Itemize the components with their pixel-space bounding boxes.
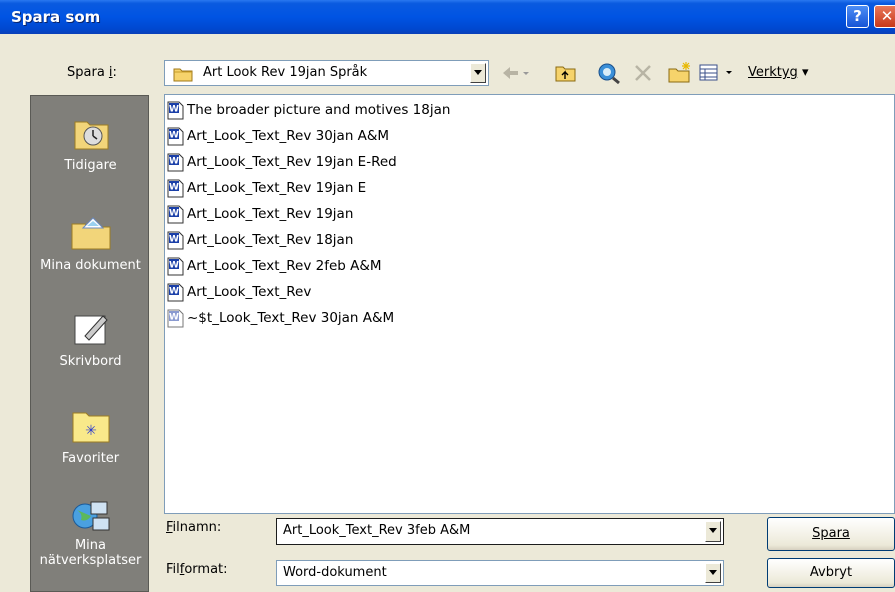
place-network[interactable]: Mina nätverksplatser <box>31 498 150 568</box>
filename-label: Filnamn: <box>166 520 222 535</box>
window-title: Spara som <box>11 8 101 26</box>
svg-text:W: W <box>169 235 179 245</box>
svg-text:W: W <box>169 261 179 271</box>
file-list[interactable]: W The broader picture and motives 18jan … <box>164 94 895 514</box>
file-name: ~$t_Look_Text_Rev 30jan A&M <box>187 310 395 326</box>
svg-text:W: W <box>169 157 179 167</box>
word-temp-document-icon: W <box>167 309 184 328</box>
place-label: Mina <box>74 538 107 553</box>
file-name: Art_Look_Text_Rev 18jan <box>187 232 354 248</box>
word-document-icon: W <box>167 179 184 198</box>
place-label: Mina dokument <box>40 258 141 273</box>
current-folder-name: Art Look Rev 19jan Språk <box>203 65 368 80</box>
filename-value: Art_Look_Text_Rev 3feb A&M <box>283 523 471 538</box>
svg-text:W: W <box>169 105 179 115</box>
place-label: Favoriter <box>61 451 120 466</box>
file-name: Art_Look_Text_Rev 2feb A&M <box>187 258 382 274</box>
cancel-button-label: Avbryt <box>809 565 853 580</box>
chevron-down-icon[interactable] <box>470 63 486 83</box>
svg-text:W: W <box>169 183 179 193</box>
help-button[interactable]: ? <box>846 5 869 28</box>
filetype-value: Word-dokument <box>283 565 387 580</box>
word-document-icon: W <box>167 205 184 224</box>
place-my-documents[interactable]: Mina dokument <box>31 214 150 273</box>
folder-icon <box>173 68 193 82</box>
word-document-icon: W <box>167 127 184 146</box>
search-web-icon[interactable] <box>596 61 622 85</box>
word-document-icon: W <box>167 153 184 172</box>
word-document-icon: W <box>167 231 184 250</box>
filetype-select[interactable]: Word-dokument <box>276 560 724 586</box>
place-desktop[interactable]: Skrivbord <box>31 310 150 369</box>
place-label: Tidigare <box>64 158 117 173</box>
favorites-icon: ✳ <box>72 412 109 443</box>
place-label: Skrivbord <box>59 354 122 369</box>
file-name: Art_Look_Text_Rev 19jan <box>187 206 354 222</box>
chevron-down-icon[interactable] <box>705 521 721 542</box>
file-name: Art_Look_Text_Rev 19jan E-Red <box>187 154 397 170</box>
save-button[interactable]: Spara <box>767 517 895 551</box>
new-folder-icon[interactable] <box>667 61 693 85</box>
up-folder-icon[interactable] <box>553 61 579 85</box>
svg-text:✳: ✳ <box>85 423 97 439</box>
question-mark-icon: ? <box>853 7 862 25</box>
network-places-icon <box>72 501 109 531</box>
file-name: Art_Look_Text_Rev <box>187 284 312 300</box>
tools-label: Verktyg <box>748 65 798 80</box>
save-button-label: Spara <box>812 526 850 541</box>
place-history[interactable]: Tidigare <box>31 114 150 173</box>
title-bar: Spara som ? ✕ <box>0 0 895 34</box>
word-document-icon: W <box>167 283 184 302</box>
views-icon[interactable] <box>698 61 738 85</box>
file-name: Art_Look_Text_Rev 30jan A&M <box>187 128 390 144</box>
svg-text:W: W <box>169 209 179 219</box>
word-document-icon: W <box>167 101 184 120</box>
close-icon: ✕ <box>880 7 894 25</box>
tools-menu[interactable]: Verktyg ▾ <box>748 65 808 80</box>
my-documents-icon <box>71 217 110 250</box>
word-document-icon: W <box>167 257 184 276</box>
filetype-label: Filformat: <box>166 562 228 577</box>
delete-icon[interactable] <box>632 61 654 85</box>
cancel-button[interactable]: Avbryt <box>767 558 895 588</box>
close-button[interactable]: ✕ <box>874 5 895 28</box>
places-bar: Tidigare Mina dokument Skrivbord ✳ Favor… <box>30 95 149 592</box>
save-in-label: Spara i: <box>67 65 117 80</box>
chevron-down-icon[interactable] <box>705 563 721 583</box>
svg-text:W: W <box>169 131 179 141</box>
place-label: nätverksplatser <box>39 553 142 568</box>
filename-field[interactable]: Art_Look_Text_Rev 3feb A&M <box>276 518 724 545</box>
svg-text:W: W <box>169 313 179 323</box>
svg-text:W: W <box>169 287 179 297</box>
file-name: Art_Look_Text_Rev 19jan E <box>187 180 367 196</box>
back-icon[interactable] <box>499 61 531 85</box>
file-name: The broader picture and motives 18jan <box>187 102 451 118</box>
place-favorites[interactable]: ✳ Favoriter <box>31 407 150 466</box>
desktop-icon <box>74 315 108 345</box>
save-in-combo[interactable]: Art Look Rev 19jan Språk <box>164 60 489 86</box>
history-icon <box>74 121 108 150</box>
